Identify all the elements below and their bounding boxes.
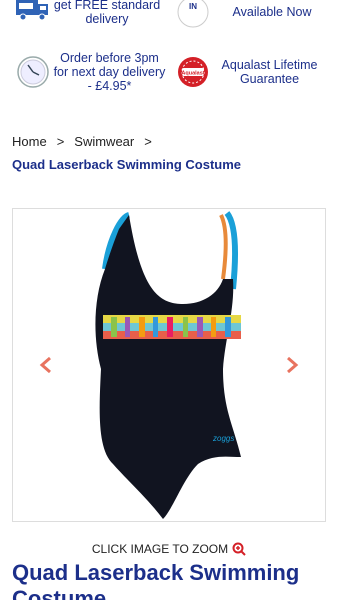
usp-free-delivery: get FREE standard delivery xyxy=(14,0,174,32)
breadcrumb-separator: > xyxy=(144,134,152,149)
previous-image-arrow[interactable] xyxy=(39,356,55,374)
breadcrumb-swimwear-link[interactable]: Swimwear xyxy=(74,134,134,149)
next-image-arrow[interactable] xyxy=(283,356,299,374)
usp-new-text: Available Now xyxy=(232,5,312,19)
usp-next-day: Order before 3pm for next day delivery -… xyxy=(14,48,174,96)
svg-text:IN: IN xyxy=(189,2,197,11)
product-image-swimsuit[interactable]: zoggs xyxy=(13,209,327,523)
usp-strip: get FREE standard delivery IN Available … xyxy=(0,0,338,110)
breadcrumb: Home > Swimwear > xyxy=(12,134,152,149)
breadcrumb-separator: > xyxy=(56,134,65,149)
clock-icon xyxy=(14,53,52,91)
usp-delivery-text: get FREE standard delivery xyxy=(53,0,161,26)
new-in-badge-icon: IN xyxy=(174,0,212,31)
guarantee-badge-icon: Aqualast xyxy=(174,53,212,91)
zoom-hint-text: CLICK IMAGE TO ZOOM xyxy=(91,542,229,556)
product-title: Quad Laserback Swimming Costume xyxy=(12,560,300,600)
usp-order-text: Order before 3pm for next day delivery -… xyxy=(53,51,166,93)
product-image-gallery[interactable]: zoggs xyxy=(12,208,326,522)
pattern-band xyxy=(103,315,241,339)
delivery-van-icon xyxy=(14,0,52,31)
usp-guarantee-text: Aqualast Lifetime Guarantee xyxy=(221,58,318,86)
chevron-left-icon xyxy=(39,356,51,374)
zoom-magnifier-icon xyxy=(232,542,246,556)
usp-new-in: IN Available Now xyxy=(174,0,334,32)
breadcrumb-home-link[interactable]: Home xyxy=(12,134,47,149)
chevron-right-icon xyxy=(287,356,299,374)
usp-guarantee: Aqualast Aqualast Lifetime Guarantee xyxy=(174,48,334,96)
breadcrumb-current: Quad Laserback Swimming Costume xyxy=(12,157,242,172)
guarantee-badge-text: Aqualast xyxy=(181,71,204,77)
zoom-hint[interactable]: CLICK IMAGE TO ZOOM xyxy=(0,542,338,556)
brand-logo: zoggs xyxy=(212,434,234,443)
